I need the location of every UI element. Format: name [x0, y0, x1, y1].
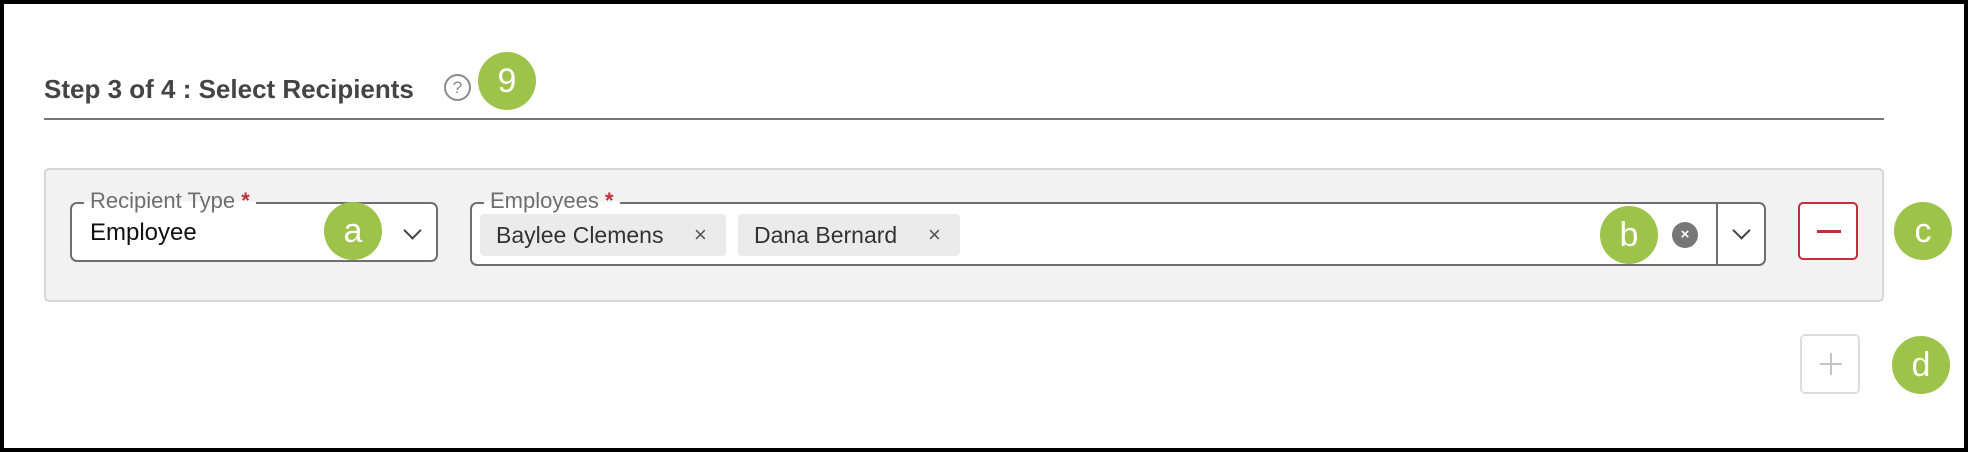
recipient-type-label: Recipient Type *	[84, 188, 256, 214]
employees-label: Employees *	[484, 188, 620, 214]
callout-badge-remove: c	[1894, 202, 1952, 260]
employee-chip: Baylee Clemens ×	[480, 214, 726, 256]
required-marker: *	[604, 188, 614, 213]
plus-icon-vertical	[1830, 353, 1832, 375]
clear-all-icon[interactable]: ×	[1672, 222, 1698, 248]
recipient-type-select[interactable]: Recipient Type * Employee	[70, 188, 438, 262]
employee-chip-label: Baylee Clemens	[496, 222, 664, 248]
minus-icon	[1817, 230, 1841, 233]
page-title: Step 3 of 4 : Select Recipients	[44, 74, 414, 104]
chevron-down-icon[interactable]	[1732, 221, 1751, 240]
chip-remove-icon[interactable]: ×	[928, 214, 941, 256]
help-circle-icon[interactable]: ?	[444, 74, 471, 101]
employee-chip: Dana Bernard ×	[738, 214, 960, 256]
dropdown-separator	[1716, 204, 1718, 264]
required-marker: *	[241, 188, 250, 213]
chevron-down-icon[interactable]	[403, 221, 422, 240]
chip-remove-icon[interactable]: ×	[694, 214, 707, 256]
header-divider	[44, 118, 1884, 120]
callout-badge-employees: b	[1600, 206, 1658, 264]
remove-recipient-button[interactable]	[1798, 202, 1858, 260]
add-recipient-button[interactable]	[1800, 334, 1860, 394]
callout-badge-type: a	[324, 202, 382, 260]
employees-multiselect[interactable]: Employees * Baylee Clemens × Dana Bernar…	[470, 188, 1766, 266]
callout-badge-add: d	[1892, 336, 1950, 394]
recipient-type-value: Employee	[90, 219, 197, 246]
employee-chip-label: Dana Bernard	[754, 222, 898, 248]
callout-badge-help: 9	[478, 52, 536, 110]
screenshot-frame: Step 3 of 4 : Select Recipients ? 9 Reci…	[0, 0, 1968, 452]
